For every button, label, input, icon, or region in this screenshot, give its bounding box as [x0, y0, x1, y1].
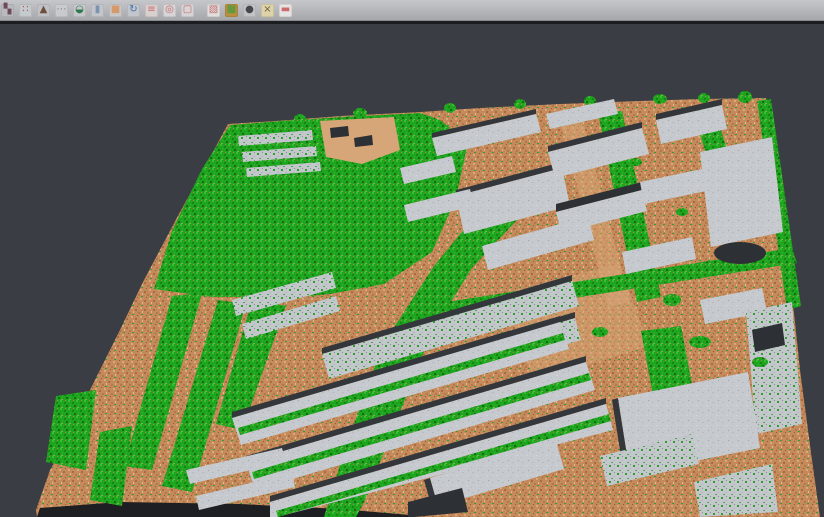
dark-pond-blob — [714, 242, 766, 264]
toolbar-icon-delete-cross[interactable]: × — [261, 4, 274, 17]
toolbar-icon-scatter-points[interactable]: ∷ — [19, 4, 32, 17]
toolbar-icon-clip-box[interactable]: ▧ — [207, 4, 220, 17]
tree-bump-1 — [294, 114, 306, 124]
viewport-3d[interactable] — [0, 24, 824, 517]
veg-blob-right-5 — [630, 158, 642, 166]
toolbar-icon-mesh-sphere[interactable]: ● — [243, 4, 256, 17]
veg-blob-right-6 — [676, 208, 688, 216]
toolbar-icon-classification[interactable]: ▩ — [225, 4, 238, 17]
tree-bump-2 — [353, 108, 367, 118]
application-window: ▚ ∷ ▲ ⋯ ◒ ▮ ■ ↻ ≡ ◎ ▢ ▧ ▩ ● × ▬ — [0, 0, 824, 517]
veg-blob-right-2 — [689, 336, 711, 348]
tree-bump-6 — [653, 94, 667, 104]
tree-bump-7 — [698, 93, 710, 103]
main-toolbar: ▚ ∷ ▲ ⋯ ◒ ▮ ■ ↻ ≡ ◎ ▢ ▧ ▩ ● × ▬ — [0, 0, 824, 21]
toolbar-icon-sparse-dots[interactable]: ⋯ — [55, 4, 68, 17]
veg-blob-right-3 — [752, 357, 768, 367]
tree-bump-8 — [738, 91, 752, 103]
toolbar-icon-globe-refresh[interactable]: ↻ — [127, 4, 140, 17]
toolbar-icon-orange-tile[interactable]: ■ — [109, 4, 122, 17]
toolbar-icon-dark-tile[interactable]: ▚ — [1, 4, 14, 17]
toolbar-icon-panel[interactable]: ▮ — [91, 4, 104, 17]
toolbar-icon-terrain[interactable]: ▲ — [37, 4, 50, 17]
veg-blob-right-1 — [663, 294, 681, 306]
toolbar-icon-red-lines[interactable]: ≡ — [145, 4, 158, 17]
toolbar-icon-selection-box[interactable]: ▢ — [181, 4, 194, 17]
tree-bump-4 — [514, 99, 526, 109]
toolbar-icon-raster-layer[interactable]: ▬ — [279, 4, 292, 17]
bldg-right-big-roof — [700, 137, 783, 247]
toolbar-icon-red-ring[interactable]: ◎ — [163, 4, 176, 17]
clearing-building-a — [330, 126, 349, 138]
tree-bump-3 — [444, 103, 456, 113]
toolbar-icon-green-hill[interactable]: ◒ — [73, 4, 86, 17]
veg-blob-right-4 — [592, 327, 608, 337]
